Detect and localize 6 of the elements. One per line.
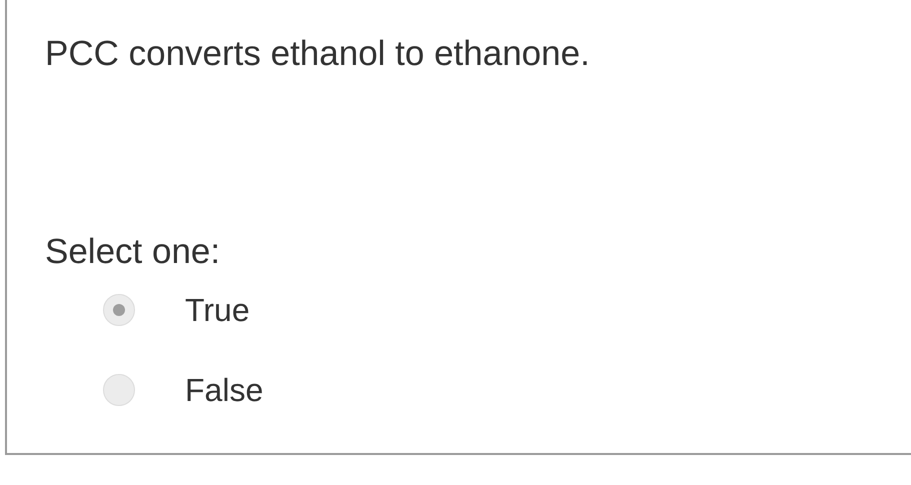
option-label: True xyxy=(185,291,250,330)
select-prompt: Select one: xyxy=(45,231,220,273)
option-label: False xyxy=(185,371,264,410)
question-text: PCC converts ethanol to ethanone. xyxy=(45,33,590,75)
radio-button[interactable] xyxy=(103,374,135,406)
radio-button[interactable] xyxy=(103,294,135,326)
